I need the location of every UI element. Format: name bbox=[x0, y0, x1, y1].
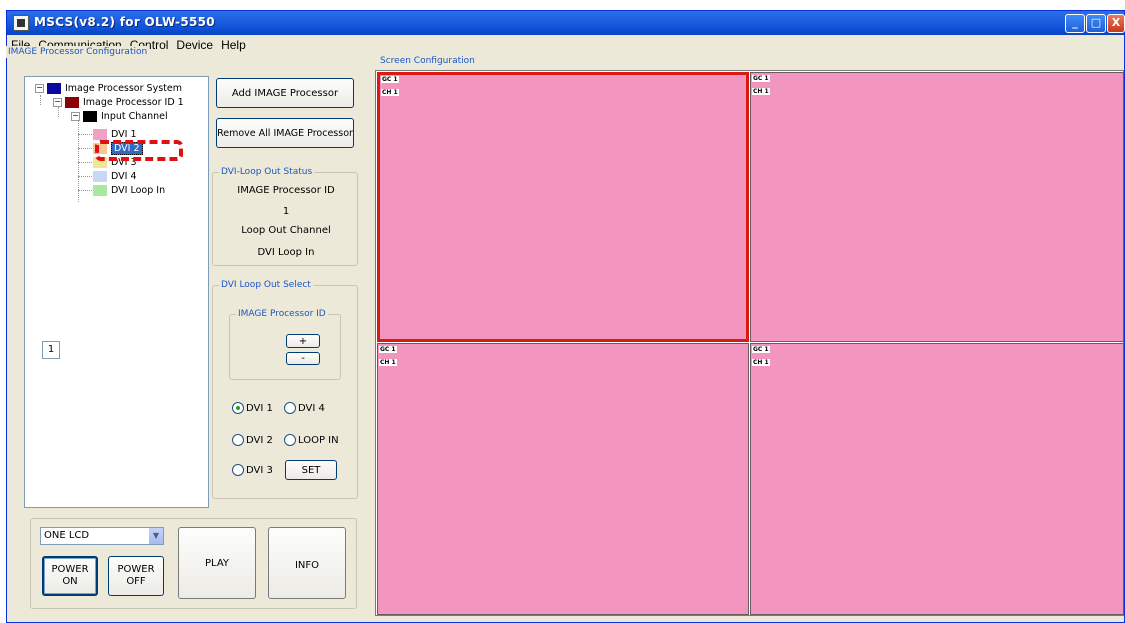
processor-color-swatch bbox=[65, 96, 79, 108]
dvi4-color-swatch bbox=[93, 170, 107, 182]
info-button[interactable]: INFO bbox=[268, 527, 346, 599]
window-title: MSCS(v8.2) for OLW-5550 bbox=[34, 15, 215, 29]
tree-item-input-channel-label: Input Channel bbox=[101, 110, 168, 122]
tree-item-input-channel[interactable]: − Input Channel bbox=[71, 109, 168, 123]
status-channel-label: Loop Out Channel bbox=[241, 225, 331, 236]
screen-cell-1[interactable]: GC 1 CH 1 bbox=[377, 72, 749, 342]
title-bar[interactable]: MSCS(v8.2) for OLW-5550 _ □ X bbox=[7, 11, 1125, 35]
screen-cell-2[interactable]: GC 1 CH 1 bbox=[750, 72, 1124, 342]
chevron-down-icon[interactable]: ▼ bbox=[148, 528, 163, 544]
loop-out-status-label: DVI-Loop Out Status bbox=[219, 166, 315, 178]
image-processor-config-label: IMAGE Processor Configuration bbox=[6, 46, 150, 58]
menu-help[interactable]: Help bbox=[217, 37, 250, 53]
power-on-button[interactable]: POWER ON bbox=[42, 556, 98, 596]
collapse-icon[interactable]: − bbox=[71, 111, 80, 121]
power-off-button[interactable]: POWER OFF bbox=[108, 556, 164, 596]
tree-item-system[interactable]: − Image Processor System bbox=[35, 81, 182, 95]
radio-loop-in-label: LOOP IN bbox=[298, 434, 339, 446]
collapse-icon[interactable]: − bbox=[35, 83, 44, 93]
radio-selected-icon bbox=[232, 402, 244, 414]
status-processor-id-value: 1 bbox=[282, 206, 290, 217]
radio-loop-in[interactable]: LOOP IN bbox=[284, 434, 339, 446]
tree-item-processor-label: Image Processor ID 1 bbox=[83, 96, 184, 108]
tree-item-dvi4[interactable]: DVI 4 bbox=[93, 169, 137, 183]
tree-item-dvi4-label: DVI 4 bbox=[111, 170, 137, 182]
tree-item-dvi1[interactable]: DVI 1 bbox=[93, 127, 137, 141]
screen-cell-4[interactable]: GC 1 CH 1 bbox=[750, 343, 1124, 615]
cell-gc-label: GC 1 bbox=[752, 75, 770, 82]
status-processor-id-label: IMAGE Processor ID bbox=[237, 185, 335, 196]
display-mode-select[interactable]: ONE LCD ▼ bbox=[40, 527, 164, 545]
cell-gc-label: GC 1 bbox=[381, 76, 399, 83]
maximize-button[interactable]: □ bbox=[1086, 14, 1106, 33]
processor-id-input[interactable]: 1 bbox=[42, 341, 60, 359]
radio-dvi2-label: DVI 2 bbox=[246, 434, 273, 446]
radio-dvi4-label: DVI 4 bbox=[298, 402, 325, 414]
minimize-button[interactable]: _ bbox=[1065, 14, 1085, 33]
cell-gc-label: GC 1 bbox=[752, 346, 770, 353]
radio-icon bbox=[284, 402, 296, 414]
cell-gc-label: GC 1 bbox=[379, 346, 397, 353]
tree-item-processor[interactable]: − Image Processor ID 1 bbox=[53, 95, 184, 109]
tree-item-dvi1-label: DVI 1 bbox=[111, 128, 137, 140]
radio-dvi3-label: DVI 3 bbox=[246, 464, 273, 476]
tree-item-system-label: Image Processor System bbox=[65, 82, 182, 94]
radio-dvi2[interactable]: DVI 2 bbox=[232, 434, 273, 446]
input-channel-color-swatch bbox=[83, 110, 97, 122]
collapse-icon[interactable]: − bbox=[53, 97, 62, 107]
tree-item-dvi-loop-in[interactable]: DVI Loop In bbox=[93, 183, 165, 197]
set-button[interactable]: SET bbox=[285, 460, 337, 480]
radio-dvi4[interactable]: DVI 4 bbox=[284, 402, 325, 414]
loop-out-select-label: DVI Loop Out Select bbox=[219, 279, 313, 291]
dvi1-color-swatch bbox=[93, 128, 107, 140]
add-image-processor-button[interactable]: Add IMAGE Processor bbox=[216, 78, 354, 108]
radio-dvi3[interactable]: DVI 3 bbox=[232, 464, 273, 476]
decrement-button[interactable]: - bbox=[286, 352, 320, 365]
radio-dvi1-label: DVI 1 bbox=[246, 402, 273, 414]
radio-icon bbox=[232, 464, 244, 476]
dvi-loop-in-color-swatch bbox=[93, 184, 107, 196]
radio-icon bbox=[284, 434, 296, 446]
screen-grid: GC 1 CH 1 GC 1 CH 1 GC 1 CH 1 GC 1 CH 1 bbox=[375, 70, 1124, 616]
radio-icon bbox=[232, 434, 244, 446]
loop-out-status-group: DVI-Loop Out Status IMAGE Processor ID 1… bbox=[212, 166, 358, 266]
play-button[interactable]: PLAY bbox=[178, 527, 256, 599]
screen-cell-3[interactable]: GC 1 CH 1 bbox=[377, 343, 749, 615]
cell-ch-label: CH 1 bbox=[381, 89, 399, 96]
app-icon bbox=[13, 15, 29, 31]
cell-ch-label: CH 1 bbox=[752, 359, 770, 366]
system-color-swatch bbox=[47, 82, 61, 94]
highlight-annotation bbox=[95, 140, 183, 161]
processor-id-group-label: IMAGE Processor ID bbox=[236, 308, 328, 320]
close-button[interactable]: X bbox=[1107, 14, 1125, 33]
increment-button[interactable]: + bbox=[286, 334, 320, 348]
menu-device[interactable]: Device bbox=[172, 37, 217, 53]
cell-ch-label: CH 1 bbox=[752, 88, 770, 95]
status-channel-value: DVI Loop In bbox=[257, 247, 315, 258]
display-mode-value: ONE LCD bbox=[44, 530, 90, 541]
screen-config-label: Screen Configuration bbox=[378, 55, 477, 67]
remove-all-image-processor-button[interactable]: Remove All IMAGE Processor bbox=[216, 118, 354, 148]
cell-ch-label: CH 1 bbox=[379, 359, 397, 366]
processor-id-group: IMAGE Processor ID bbox=[229, 308, 341, 380]
tree-item-dvi-loop-in-label: DVI Loop In bbox=[111, 184, 166, 196]
radio-dvi1[interactable]: DVI 1 bbox=[232, 402, 273, 414]
